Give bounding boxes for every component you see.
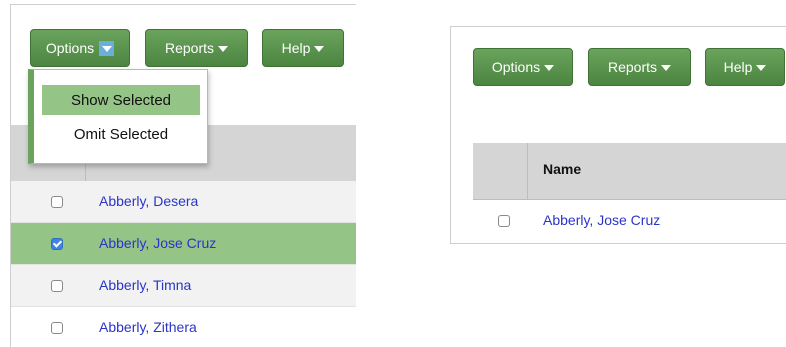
options-label: Options bbox=[45, 40, 95, 56]
row-name-link[interactable]: Abberly, Jose Cruz bbox=[99, 235, 216, 251]
header-divider bbox=[527, 143, 528, 199]
right-panel: Options Reports Help Name Abberly, Jose … bbox=[450, 26, 786, 244]
reports-label: Reports bbox=[164, 40, 215, 56]
help-button[interactable]: Help bbox=[262, 29, 344, 67]
chevron-down-icon bbox=[756, 65, 767, 71]
row-name-link[interactable]: Abberly, Zithera bbox=[99, 319, 197, 335]
table-header: Name bbox=[473, 143, 786, 200]
chevron-down-icon bbox=[661, 65, 672, 71]
table-row[interactable]: Abberly, Jose Cruz bbox=[473, 199, 786, 243]
table-row[interactable]: Abberly, Zithera bbox=[11, 307, 356, 347]
row-checkbox[interactable] bbox=[51, 280, 63, 292]
table-row[interactable]: Abberly, Desera bbox=[11, 181, 356, 223]
menu-item-show-selected[interactable]: Show Selected bbox=[42, 85, 200, 115]
row-name-link[interactable]: Abberly, Timna bbox=[99, 277, 191, 293]
chevron-down-icon bbox=[544, 65, 555, 71]
help-label: Help bbox=[723, 59, 753, 75]
table-row-selected[interactable]: Abberly, Jose Cruz bbox=[11, 223, 356, 265]
row-checkbox-checked[interactable] bbox=[51, 238, 63, 250]
options-button[interactable]: Options bbox=[473, 48, 573, 86]
column-header-name[interactable]: Name bbox=[543, 161, 581, 177]
reports-label: Reports bbox=[607, 59, 658, 75]
options-button[interactable]: Options bbox=[30, 29, 130, 67]
options-label: Options bbox=[491, 59, 541, 75]
chevron-down-icon bbox=[314, 46, 325, 52]
row-name-link[interactable]: Abberly, Jose Cruz bbox=[543, 212, 660, 228]
left-panel: Options Reports Help Abberly, Desera Abb… bbox=[10, 4, 356, 347]
chevron-down-icon bbox=[218, 46, 229, 52]
help-button[interactable]: Help bbox=[705, 48, 785, 86]
options-dropdown-menu: Show Selected Omit Selected bbox=[28, 69, 208, 164]
row-checkbox[interactable] bbox=[51, 196, 63, 208]
reports-button[interactable]: Reports bbox=[588, 48, 691, 86]
reports-button[interactable]: Reports bbox=[145, 29, 248, 67]
row-checkbox[interactable] bbox=[51, 322, 63, 334]
menu-item-omit-selected[interactable]: Omit Selected bbox=[42, 119, 200, 149]
row-checkbox[interactable] bbox=[498, 215, 510, 227]
help-label: Help bbox=[281, 40, 311, 56]
table-row[interactable]: Abberly, Timna bbox=[11, 265, 356, 307]
chevron-down-icon bbox=[99, 40, 115, 56]
row-name-link[interactable]: Abberly, Desera bbox=[99, 193, 198, 209]
